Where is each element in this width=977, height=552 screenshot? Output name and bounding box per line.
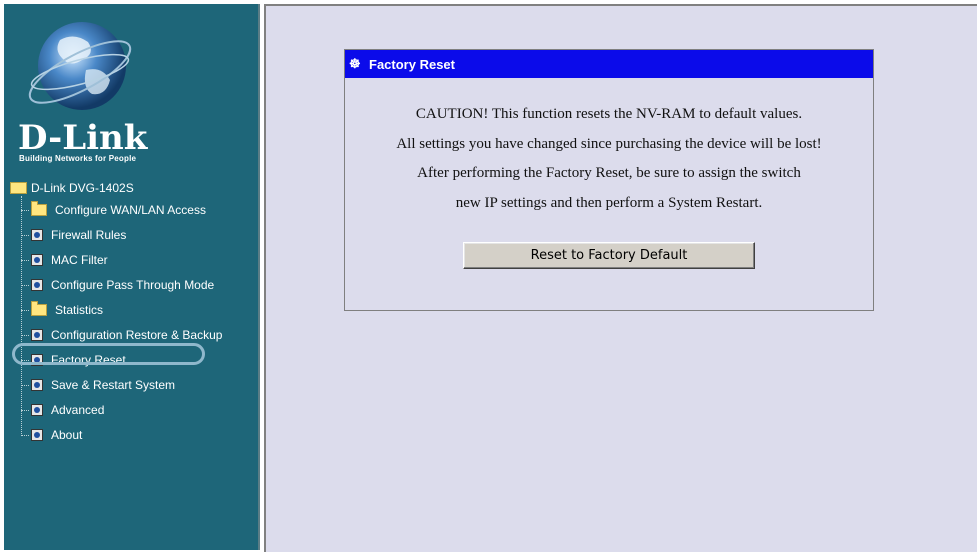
sidebar-item-label: Configure Pass Through Mode [51,278,215,292]
page-icon [31,404,43,416]
sidebar-item-label: Factory Reset [51,353,126,367]
sidebar-item-statistics[interactable]: Statistics [21,300,241,320]
tree-root-label: D-Link DVG-1402S [31,181,134,195]
sidebar-item-factory-reset[interactable]: Factory Reset [21,350,241,370]
reset-factory-default-button[interactable]: Reset to Factory Default [463,242,755,269]
sidebar-item-configure-wan-lan[interactable]: Configure WAN/LAN Access [21,200,241,220]
sidebar-item-pass-through-mode[interactable]: Configure Pass Through Mode [21,275,241,295]
bug-icon: ☸ [349,56,361,71]
caution-line: All settings you have changed since purc… [396,135,822,152]
folder-icon [31,201,47,216]
factory-reset-panel: ☸ Factory Reset CAUTION! This function r… [344,49,874,311]
sidebar-item-advanced[interactable]: Advanced [21,400,241,420]
sidebar-item-label: Advanced [51,403,105,417]
page-icon [31,279,43,291]
panel-body: CAUTION! This function resets the NV-RAM… [345,78,873,269]
page-icon [31,354,43,366]
logo-tagline: Building Networks for People [19,154,137,163]
caution-line: new IP settings and then perform a Syste… [455,194,763,211]
sidebar-item-label: Configure WAN/LAN Access [55,203,206,217]
sidebar-item-label: Save & Restart System [51,378,176,392]
open-folder-icon [10,182,27,194]
caution-line: After performing the Factory Reset, be s… [417,165,801,181]
globe-logo-icon [28,22,132,110]
page-icon [31,229,43,241]
page-icon [31,254,43,266]
folder-icon [31,301,47,316]
sidebar-item-label: About [51,428,83,442]
sidebar-item-save-restart[interactable]: Save & Restart System [21,375,241,395]
sidebar-item-label: Statistics [55,303,104,317]
sidebar-item-label: Configuration Restore & Backup [51,328,223,342]
sidebar-item-label: MAC Filter [51,253,108,267]
sidebar-item-firewall-rules[interactable]: Firewall Rules [21,225,241,245]
sidebar: D-Link Building Networks for People D-Li… [4,4,260,550]
page-icon [31,329,43,341]
sidebar-item-about[interactable]: About [21,425,241,445]
sidebar-item-mac-filter[interactable]: MAC Filter [21,250,241,270]
page-icon [31,379,43,391]
page-icon [31,429,43,441]
sidebar-item-config-restore-backup[interactable]: Configuration Restore & Backup [21,325,241,345]
panel-header: ☸ Factory Reset [345,50,873,78]
tree-root[interactable]: D-Link DVG-1402S [10,178,134,198]
caution-line: CAUTION! This function resets the NV-RAM… [415,106,803,122]
panel-title: Factory Reset [369,56,455,72]
sidebar-item-label: Firewall Rules [51,228,127,242]
dlink-logo: D-Link [18,118,148,158]
